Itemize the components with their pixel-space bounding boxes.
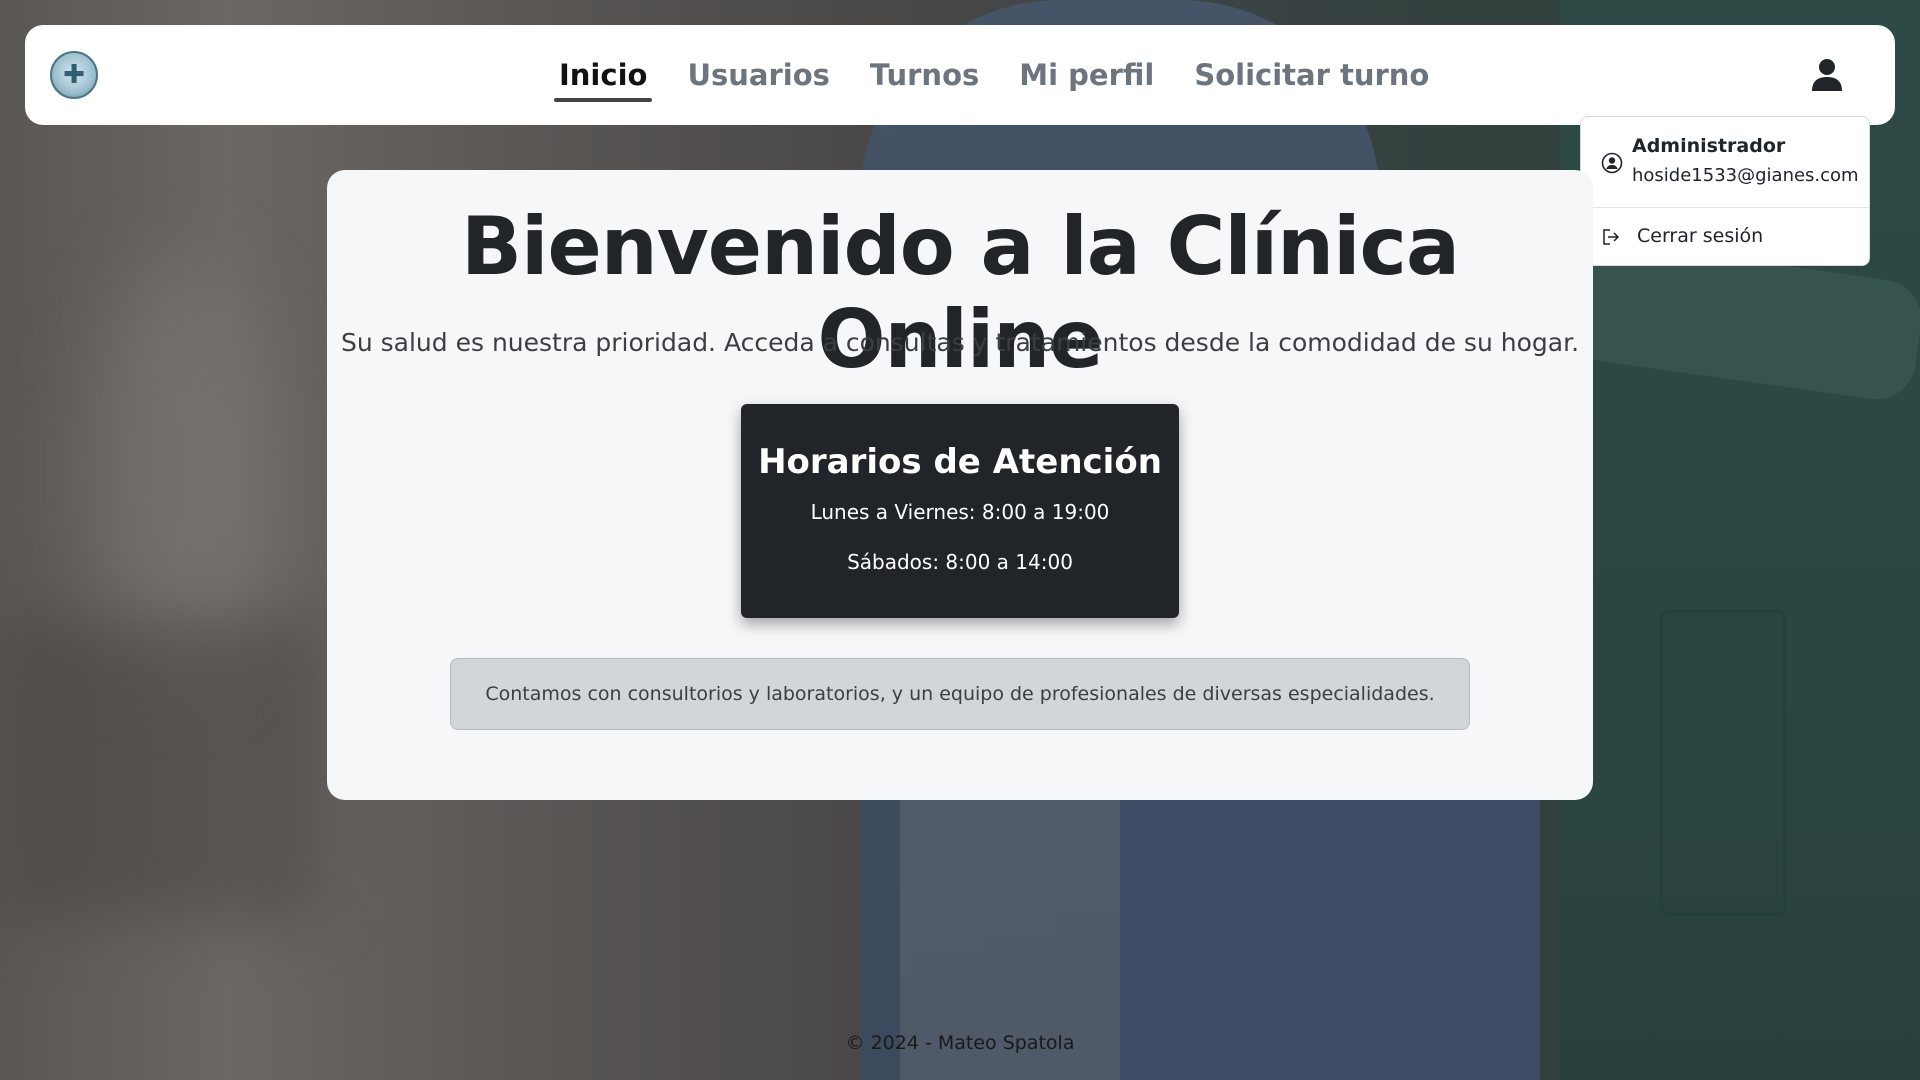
hours-saturday: Sábados: 8:00 a 14:00 xyxy=(847,550,1073,574)
user-info: Administrador hoside1533@gianes.com xyxy=(1581,117,1869,207)
hours-panel: Horarios de Atención Lunes a Viernes: 8:… xyxy=(741,404,1179,618)
user-circle-icon xyxy=(1601,152,1623,174)
nav-item-inicio[interactable]: Inicio xyxy=(553,48,653,102)
logout-button[interactable]: Cerrar sesión xyxy=(1581,208,1869,266)
user-icon[interactable] xyxy=(1807,55,1847,95)
page-title: Bienvenido a la Clínica Online xyxy=(461,200,1460,386)
nav-item-solicitar-turno[interactable]: Solicitar turno xyxy=(1194,48,1429,102)
hours-title: Horarios de Atención xyxy=(758,442,1162,482)
logout-label: Cerrar sesión xyxy=(1637,225,1764,247)
info-alert: Contamos con consultorios y laboratorios… xyxy=(450,658,1470,730)
hours-weekdays: Lunes a Viernes: 8:00 a 19:00 xyxy=(810,500,1110,524)
clinic-logo-icon[interactable]: ✚ xyxy=(50,51,98,99)
nav-item-turnos[interactable]: Turnos xyxy=(870,48,979,102)
user-dropdown-menu: Administrador hoside1533@gianes.com Cerr… xyxy=(1580,116,1870,266)
logout-icon xyxy=(1603,229,1620,245)
footer-text: © 2024 - Mateo Spatola xyxy=(845,1032,1075,1054)
page-subtitle: Su salud es nuestra prioridad. Acceda a … xyxy=(340,328,1580,357)
nav-item-mi-perfil[interactable]: Mi perfil xyxy=(1019,48,1154,102)
nav-item-usuarios[interactable]: Usuarios xyxy=(687,48,829,102)
navbar: ✚ Inicio Usuarios Turnos Mi perfil Solic… xyxy=(25,25,1895,125)
welcome-card: Bienvenido a la Clínica Online Su salud … xyxy=(327,170,1593,800)
user-role: Administrador xyxy=(1632,135,1786,157)
nav-links: Inicio Usuarios Turnos Mi perfil Solicit… xyxy=(553,25,1429,125)
user-email: hoside1533@gianes.com xyxy=(1632,165,1859,186)
